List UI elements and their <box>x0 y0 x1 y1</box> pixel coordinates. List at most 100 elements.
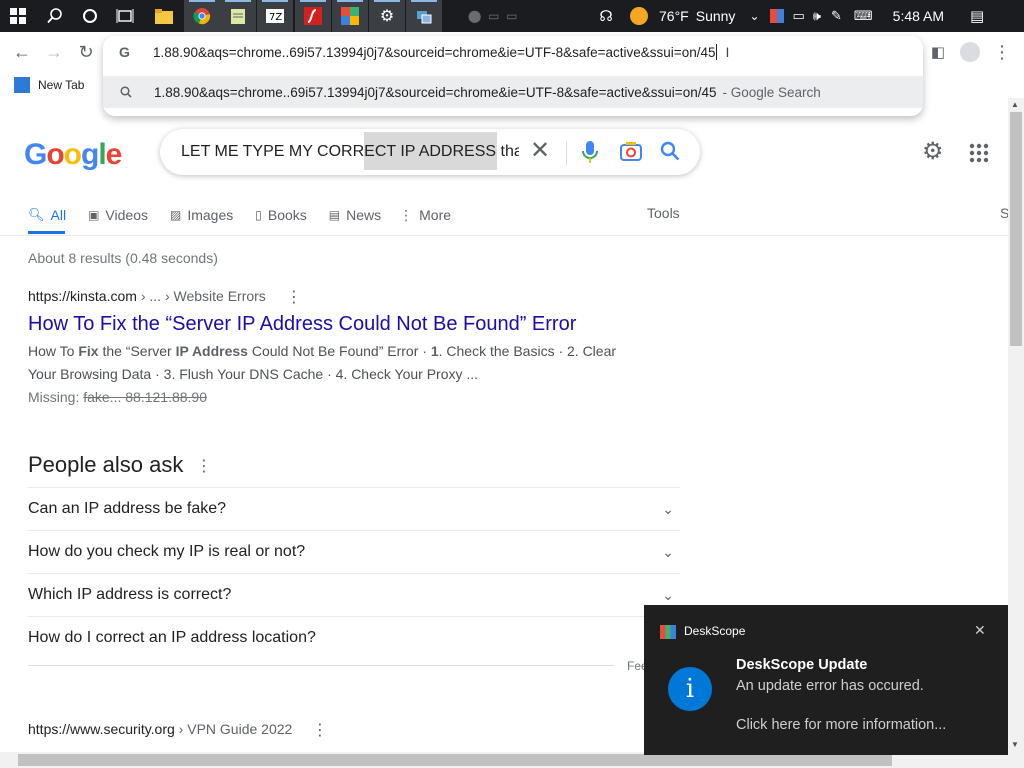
search-box[interactable]: LET ME TYPE MY CORRECT IP ADDRESS tha ✕ <box>160 129 700 175</box>
tab-more-label: More <box>419 207 452 223</box>
notepad-taskbar[interactable] <box>220 0 256 32</box>
paa-question-text: Can an IP address be fake? <box>28 500 227 517</box>
file-explorer-taskbar[interactable] <box>146 0 182 32</box>
voice-search-button[interactable] <box>582 140 598 169</box>
toast-title: DeskScope Update <box>736 657 868 673</box>
paa-question[interactable]: Can an IP address be fake? ⌄ <box>28 487 680 530</box>
flash-taskbar[interactable] <box>295 0 331 32</box>
volume-icon[interactable]: 🕪 <box>813 8 821 24</box>
settings-taskbar[interactable]: ⚙ <box>369 0 405 32</box>
horizontal-scrollbar-thumb[interactable] <box>18 754 892 766</box>
bookmark-new-tab[interactable]: New Tab <box>38 78 84 92</box>
background-window-tabs[interactable]: ⬤ ▭ ▭ <box>448 0 598 32</box>
result-title-link[interactable]: How To Fix the “Server IP Address Could … <box>28 313 576 336</box>
forward-button[interactable]: → <box>40 38 68 66</box>
gear-icon: ⚙ <box>922 138 944 165</box>
suggestion-suffix: - Google Search <box>722 84 821 100</box>
weather-description[interactable]: Sunny <box>696 8 736 24</box>
scroll-down-arrow-icon[interactable]: ▼ <box>1011 740 1019 749</box>
ibeam-cursor-icon: I <box>725 44 730 60</box>
network-app-taskbar[interactable] <box>406 0 442 32</box>
reload-button[interactable]: ↻ <box>72 38 100 66</box>
result-cite[interactable]: https://kinsta.com › ... › Website Error… <box>28 288 266 304</box>
result-options-button[interactable]: ⋮ <box>312 720 328 740</box>
paa-question-text: Which IP address is correct? <box>28 586 232 603</box>
tab-books[interactable]: ▯ Books <box>255 207 307 223</box>
info-icon: i <box>668 667 712 711</box>
paa-question[interactable]: How do you check my IP is real or not? ⌄ <box>28 530 680 573</box>
settings-button[interactable]: ⚙ <box>922 139 948 165</box>
back-button[interactable]: ← <box>8 38 36 66</box>
chevron-up-icon[interactable]: ⌄ <box>749 9 759 23</box>
deskscope-app-icon <box>660 625 676 639</box>
start-button[interactable] <box>0 0 36 32</box>
side-panel-icon: ◧ <box>930 44 946 61</box>
cite-domain: https://www.security.org <box>28 721 175 737</box>
weather-temp[interactable]: 76°F <box>659 8 689 24</box>
chrome-menu-button[interactable]: ⋮ <box>988 38 1016 66</box>
paa-options-button[interactable]: ⋮ <box>196 456 212 476</box>
close-icon: ✕ <box>974 622 986 638</box>
tab-more[interactable]: ⋮ More <box>399 207 451 224</box>
more-vert-icon: ⋮ <box>399 206 414 223</box>
toast-message: An update error has occured. <box>736 678 924 694</box>
result-cite[interactable]: https://www.security.org › VPN Guide 202… <box>28 721 292 737</box>
flash-icon <box>304 7 322 25</box>
search-icon: 🔍︎ <box>28 207 45 222</box>
toast-close-button[interactable]: ✕ <box>974 622 986 639</box>
pen-icon[interactable]: ✎ <box>831 8 842 24</box>
image-search-button[interactable] <box>620 141 642 166</box>
task-view-button[interactable] <box>107 0 143 32</box>
system-tray: ☊ 76°F Sunny ⌄ ▭ 🕪 ✎ ⌨ 5:48 AM ▤ <box>596 0 984 32</box>
paa-question[interactable]: How do I correct an IP address location?… <box>28 616 680 659</box>
keyboard-icon[interactable]: ⌨ <box>854 8 873 24</box>
cite-path: › ... › Website Errors <box>136 288 266 304</box>
monitor-icon[interactable]: ▭ <box>793 8 805 24</box>
search-tabs: 🔍︎ All ▣ Videos ▨ Images ▯ Books ▤ News ⋮ More <box>28 200 451 230</box>
vertical-scrollbar-thumb[interactable] <box>1010 112 1022 346</box>
tab-books-label: Books <box>267 207 307 223</box>
scroll-up-arrow-icon[interactable]: ▲ <box>1011 100 1019 109</box>
missing-terms-struck: fake... 88.121.88.90 <box>83 389 207 405</box>
search-taskbar-button[interactable] <box>37 0 73 32</box>
action-center-icon[interactable]: ▤ <box>970 7 984 25</box>
tab-news-label: News <box>346 207 382 223</box>
tab-videos[interactable]: ▣ Videos <box>88 207 148 223</box>
omnibox[interactable]: G 1.88.90&aqs=chrome..69i57.13994j0j7&so… <box>103 36 923 68</box>
clear-search-button[interactable]: ✕ <box>530 139 550 163</box>
profile-button[interactable] <box>956 38 984 66</box>
tools-button[interactable]: Tools <box>647 205 680 221</box>
tab-all-label: All <box>50 207 67 223</box>
snippet-line-1: How To Fix the “Server IP Address Could … <box>28 343 617 359</box>
cortana-button[interactable] <box>72 0 108 32</box>
result-options-button[interactable]: ⋮ <box>286 287 302 307</box>
deskscope-tray-icon[interactable] <box>769 9 784 23</box>
tab-all[interactable]: 🔍︎ All <box>28 207 66 223</box>
cortana-icon <box>83 9 97 23</box>
side-panel-button[interactable]: ◧ <box>924 38 952 66</box>
tab-news[interactable]: ▤ News <box>329 207 381 223</box>
image-icon: ▨ <box>169 208 182 222</box>
tab-images[interactable]: ▨ Images <box>170 207 233 223</box>
people-icon[interactable]: ☊ <box>596 7 616 25</box>
deskscope-taskbar[interactable] <box>332 0 368 32</box>
address-bar-text[interactable]: 1.88.90&aqs=chrome..69i57.13994j0j7&sour… <box>153 45 715 60</box>
notification-toast[interactable]: DeskScope ✕ i DeskScope Update An update… <box>644 605 1008 755</box>
google-logo[interactable]: Google <box>24 138 122 172</box>
more-vert-icon: ⋮ <box>993 41 1011 62</box>
omnibox-suggestion[interactable]: 1.88.90&aqs=chrome..69i57.13994j0j7&sour… <box>103 76 923 108</box>
tab-videos-label: Videos <box>105 207 148 223</box>
clock[interactable]: 5:48 AM <box>893 8 944 24</box>
google-apps-button[interactable] <box>969 143 989 168</box>
app-7z-taskbar[interactable]: 7Z <box>257 0 293 32</box>
book-icon: ▯ <box>255 208 262 222</box>
chrome-taskbar[interactable] <box>184 0 220 32</box>
search-icon <box>660 141 680 161</box>
arrow-right-icon: → <box>45 41 63 62</box>
camera-icon <box>620 142 642 161</box>
search-submit-button[interactable] <box>660 141 680 166</box>
search-input[interactable]: LET ME TYPE MY CORRECT IP ADDRESS tha <box>181 143 519 163</box>
toast-link[interactable]: Click here for more information... <box>736 717 946 733</box>
tab-active-indicator <box>28 231 65 234</box>
paa-question[interactable]: Which IP address is correct? ⌄ <box>28 573 680 616</box>
